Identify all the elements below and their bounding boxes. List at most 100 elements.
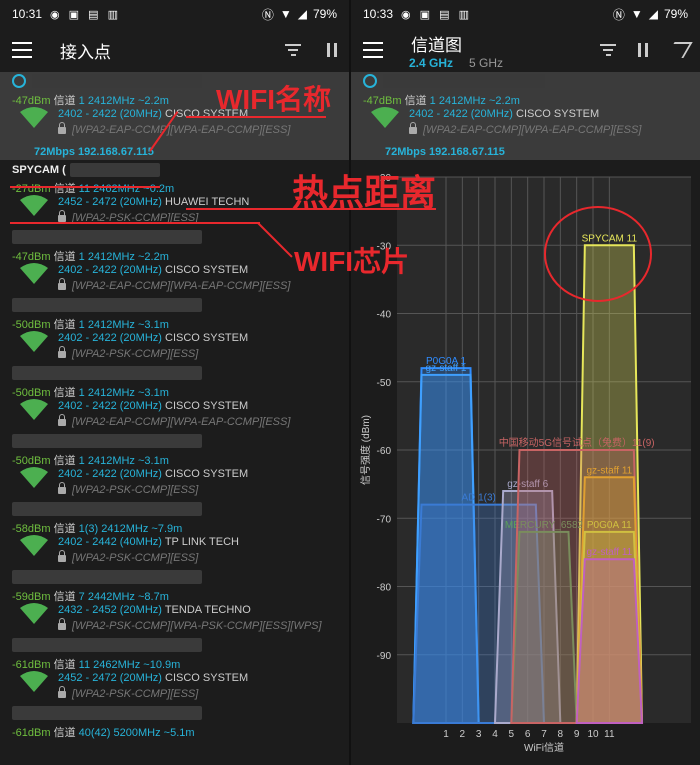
frequency: 2412MHz bbox=[87, 319, 135, 331]
lock-icon bbox=[58, 550, 66, 562]
channel-label: 信道 bbox=[53, 251, 76, 263]
ap-row[interactable]: -50dBm 信道 1 2412MHz ~3.1m 2402 - 2422 (20… bbox=[0, 432, 349, 500]
series-label: 中国移动5G信号试点（免费）11(9) bbox=[499, 436, 655, 449]
channel-value: 11 bbox=[78, 183, 91, 195]
series-label: gz-staff 11 bbox=[586, 465, 632, 476]
ssid-blurred bbox=[12, 706, 202, 720]
security: [WPA2-PSK-CCMP][ESS] bbox=[72, 688, 199, 700]
status-bar: 10:31 ◉ ▣ ▤ ▥ Ⓝ ▼ ◢ 79% bbox=[0, 0, 349, 28]
ap-row[interactable]: -61dBm 信道 40(42) 5200MHz ~5.1m bbox=[0, 704, 349, 765]
frequency: 5200MHz bbox=[113, 727, 161, 739]
vendor: CISCO SYSTEM bbox=[165, 468, 249, 480]
x-tick-label: 10 bbox=[587, 729, 599, 740]
lock-icon bbox=[58, 414, 66, 426]
tab-5ghz[interactable]: 5 GHz bbox=[469, 56, 503, 70]
distance: ~3.1m bbox=[137, 319, 169, 331]
security: [WPA2-PSK-CCMP][ESS] bbox=[72, 552, 199, 564]
freq-range: 2432 - 2452 (20MHz) bbox=[58, 604, 162, 616]
range-line: 2402 - 2422 (20MHz) CISCO SYSTEM bbox=[58, 468, 248, 480]
wifi-signal-icon bbox=[371, 107, 399, 128]
vendor: TP LINK TECH bbox=[164, 536, 239, 548]
x-tick-label: 6 bbox=[525, 729, 531, 740]
distance: ~3.1m bbox=[137, 387, 169, 399]
signal-dbm: -61dBm bbox=[12, 727, 51, 739]
channel-label: 信道 bbox=[53, 523, 76, 535]
channel-value: 11 bbox=[78, 659, 91, 671]
security: [WPA2-PSK-CCMP][WPA-PSK-CCMP][ESS][WPS] bbox=[72, 620, 322, 632]
ap-row[interactable]: -61dBm 信道 11 2462MHz ~10.9m 2452 - 2472 (… bbox=[0, 636, 349, 704]
ap-row[interactable]: -59dBm 信道 7 2442MHz ~8.7m 2432 - 2452 (20… bbox=[0, 568, 349, 636]
right-screen: 10:33 ◉ ▣ ▤ ▥ Ⓝ ▼ ◢ 79% 信道图 2.4 GHz 5 GH… bbox=[351, 0, 700, 765]
wifi-signal-icon bbox=[20, 107, 48, 128]
toolbar: 接入点 bbox=[0, 28, 349, 72]
channel-label: 信道 bbox=[53, 591, 76, 603]
vendor: CISCO SYSTEM bbox=[165, 264, 249, 276]
freq-range: 2402 - 2422 (20MHz) bbox=[58, 332, 162, 344]
x-axis-label: WiFi信道 bbox=[524, 741, 564, 754]
channel-label: 信道 bbox=[53, 183, 76, 195]
channel-label: 信道 bbox=[53, 659, 76, 671]
lock-icon bbox=[58, 346, 66, 358]
filter-icon[interactable] bbox=[285, 44, 301, 56]
range-line: 2452 - 2472 (20MHz) HUAWEI TECHN bbox=[58, 196, 249, 208]
freq-range: 2402 - 2422 (20MHz) bbox=[58, 468, 162, 480]
lock-icon bbox=[58, 122, 66, 134]
distance: ~7.9m bbox=[151, 523, 183, 535]
freq-range: 2402 - 2422 (20MHz) bbox=[58, 400, 162, 412]
menu-icon[interactable] bbox=[12, 42, 32, 58]
battery-level: 79% bbox=[312, 7, 337, 21]
wifi-signal-icon bbox=[20, 603, 48, 624]
y-axis-label: 信号强度 (dBm) bbox=[359, 415, 372, 485]
distance: ~8.7m bbox=[137, 591, 169, 603]
frequency: 2462MHz bbox=[93, 659, 141, 671]
ssid-blurred bbox=[12, 366, 202, 380]
wifi-signal-icon bbox=[20, 263, 48, 284]
annotation-chip: WIFI芯片 bbox=[294, 246, 410, 277]
link-info: 72Mbps 192.168.67.115 bbox=[34, 146, 154, 158]
ssid-blurred bbox=[12, 570, 202, 584]
annotation-wifi-name: WIFI名称 bbox=[216, 84, 332, 115]
channel-value: 1 bbox=[78, 251, 85, 263]
wifi-status-icon: ▼ bbox=[279, 7, 292, 21]
connected-ap-row[interactable]: -47dBm 信道 1 2412MHz ~2.2m 2402 - 2422 (2… bbox=[351, 72, 700, 160]
series-label: P0G0A 11 bbox=[587, 520, 632, 531]
ssid-blurred bbox=[383, 74, 545, 88]
range-line: 2402 - 2422 (20MHz) CISCO SYSTEM bbox=[58, 400, 248, 412]
ssid-blurred bbox=[70, 163, 160, 177]
filter-icon[interactable] bbox=[600, 44, 616, 56]
vendor: CISCO SYSTEM bbox=[165, 332, 249, 344]
y-tick-label: -40 bbox=[377, 310, 392, 321]
range-line: 2402 - 2422 (20MHz) CISCO SYSTEM bbox=[58, 264, 248, 276]
channel-label: 信道 bbox=[53, 319, 76, 331]
distance: ~2.2m bbox=[137, 95, 169, 107]
security-line: [WPA2-PSK-CCMP][ESS] bbox=[58, 686, 199, 700]
security: [WPA2-EAP-CCMP][WPA-EAP-CCMP][ESS] bbox=[72, 280, 291, 292]
tab-2-4ghz[interactable]: 2.4 GHz bbox=[409, 56, 453, 70]
pause-icon[interactable] bbox=[327, 43, 337, 57]
vendor: TENDA TECHNO bbox=[164, 604, 251, 616]
vendor: CISCO SYSTEM bbox=[165, 672, 249, 684]
wifi-signal-icon bbox=[20, 399, 48, 420]
ap-row[interactable]: -50dBm 信道 1 2412MHz ~3.1m 2402 - 2422 (20… bbox=[0, 364, 349, 432]
ap-row[interactable]: -58dBm 信道 1(3) 2412MHz ~7.9m 2402 - 2442 … bbox=[0, 500, 349, 568]
wifi-signal-icon bbox=[20, 671, 48, 692]
frequency: 2412MHz bbox=[87, 251, 135, 263]
range-line: 2452 - 2472 (20MHz) CISCO SYSTEM bbox=[58, 672, 248, 684]
status-time: 10:33 bbox=[363, 7, 394, 21]
menu-icon[interactable] bbox=[363, 42, 383, 58]
pause-icon[interactable] bbox=[638, 43, 648, 57]
notification-icons: ◉ ▣ ▤ ▥ bbox=[401, 8, 472, 21]
series-label: gz-staff 1 bbox=[426, 363, 467, 374]
wifi-channel-icon[interactable] bbox=[665, 42, 693, 58]
y-tick-label: -90 bbox=[377, 651, 392, 662]
lock-icon bbox=[58, 278, 66, 290]
vendor: HUAWEI TECHN bbox=[165, 196, 250, 208]
status-time: 10:31 bbox=[12, 7, 43, 21]
freq-range: 2452 - 2472 (20MHz) bbox=[58, 672, 162, 684]
distance: ~2.2m bbox=[137, 251, 169, 263]
x-tick-label: 2 bbox=[460, 729, 466, 740]
ap-row[interactable]: -50dBm 信道 1 2412MHz ~3.1m 2402 - 2422 (20… bbox=[0, 296, 349, 364]
signal-icon: ◢ bbox=[297, 7, 307, 21]
security-line: [WPA2-PSK-CCMP][ESS] bbox=[58, 346, 198, 360]
x-tick-label: 1 bbox=[443, 729, 449, 740]
